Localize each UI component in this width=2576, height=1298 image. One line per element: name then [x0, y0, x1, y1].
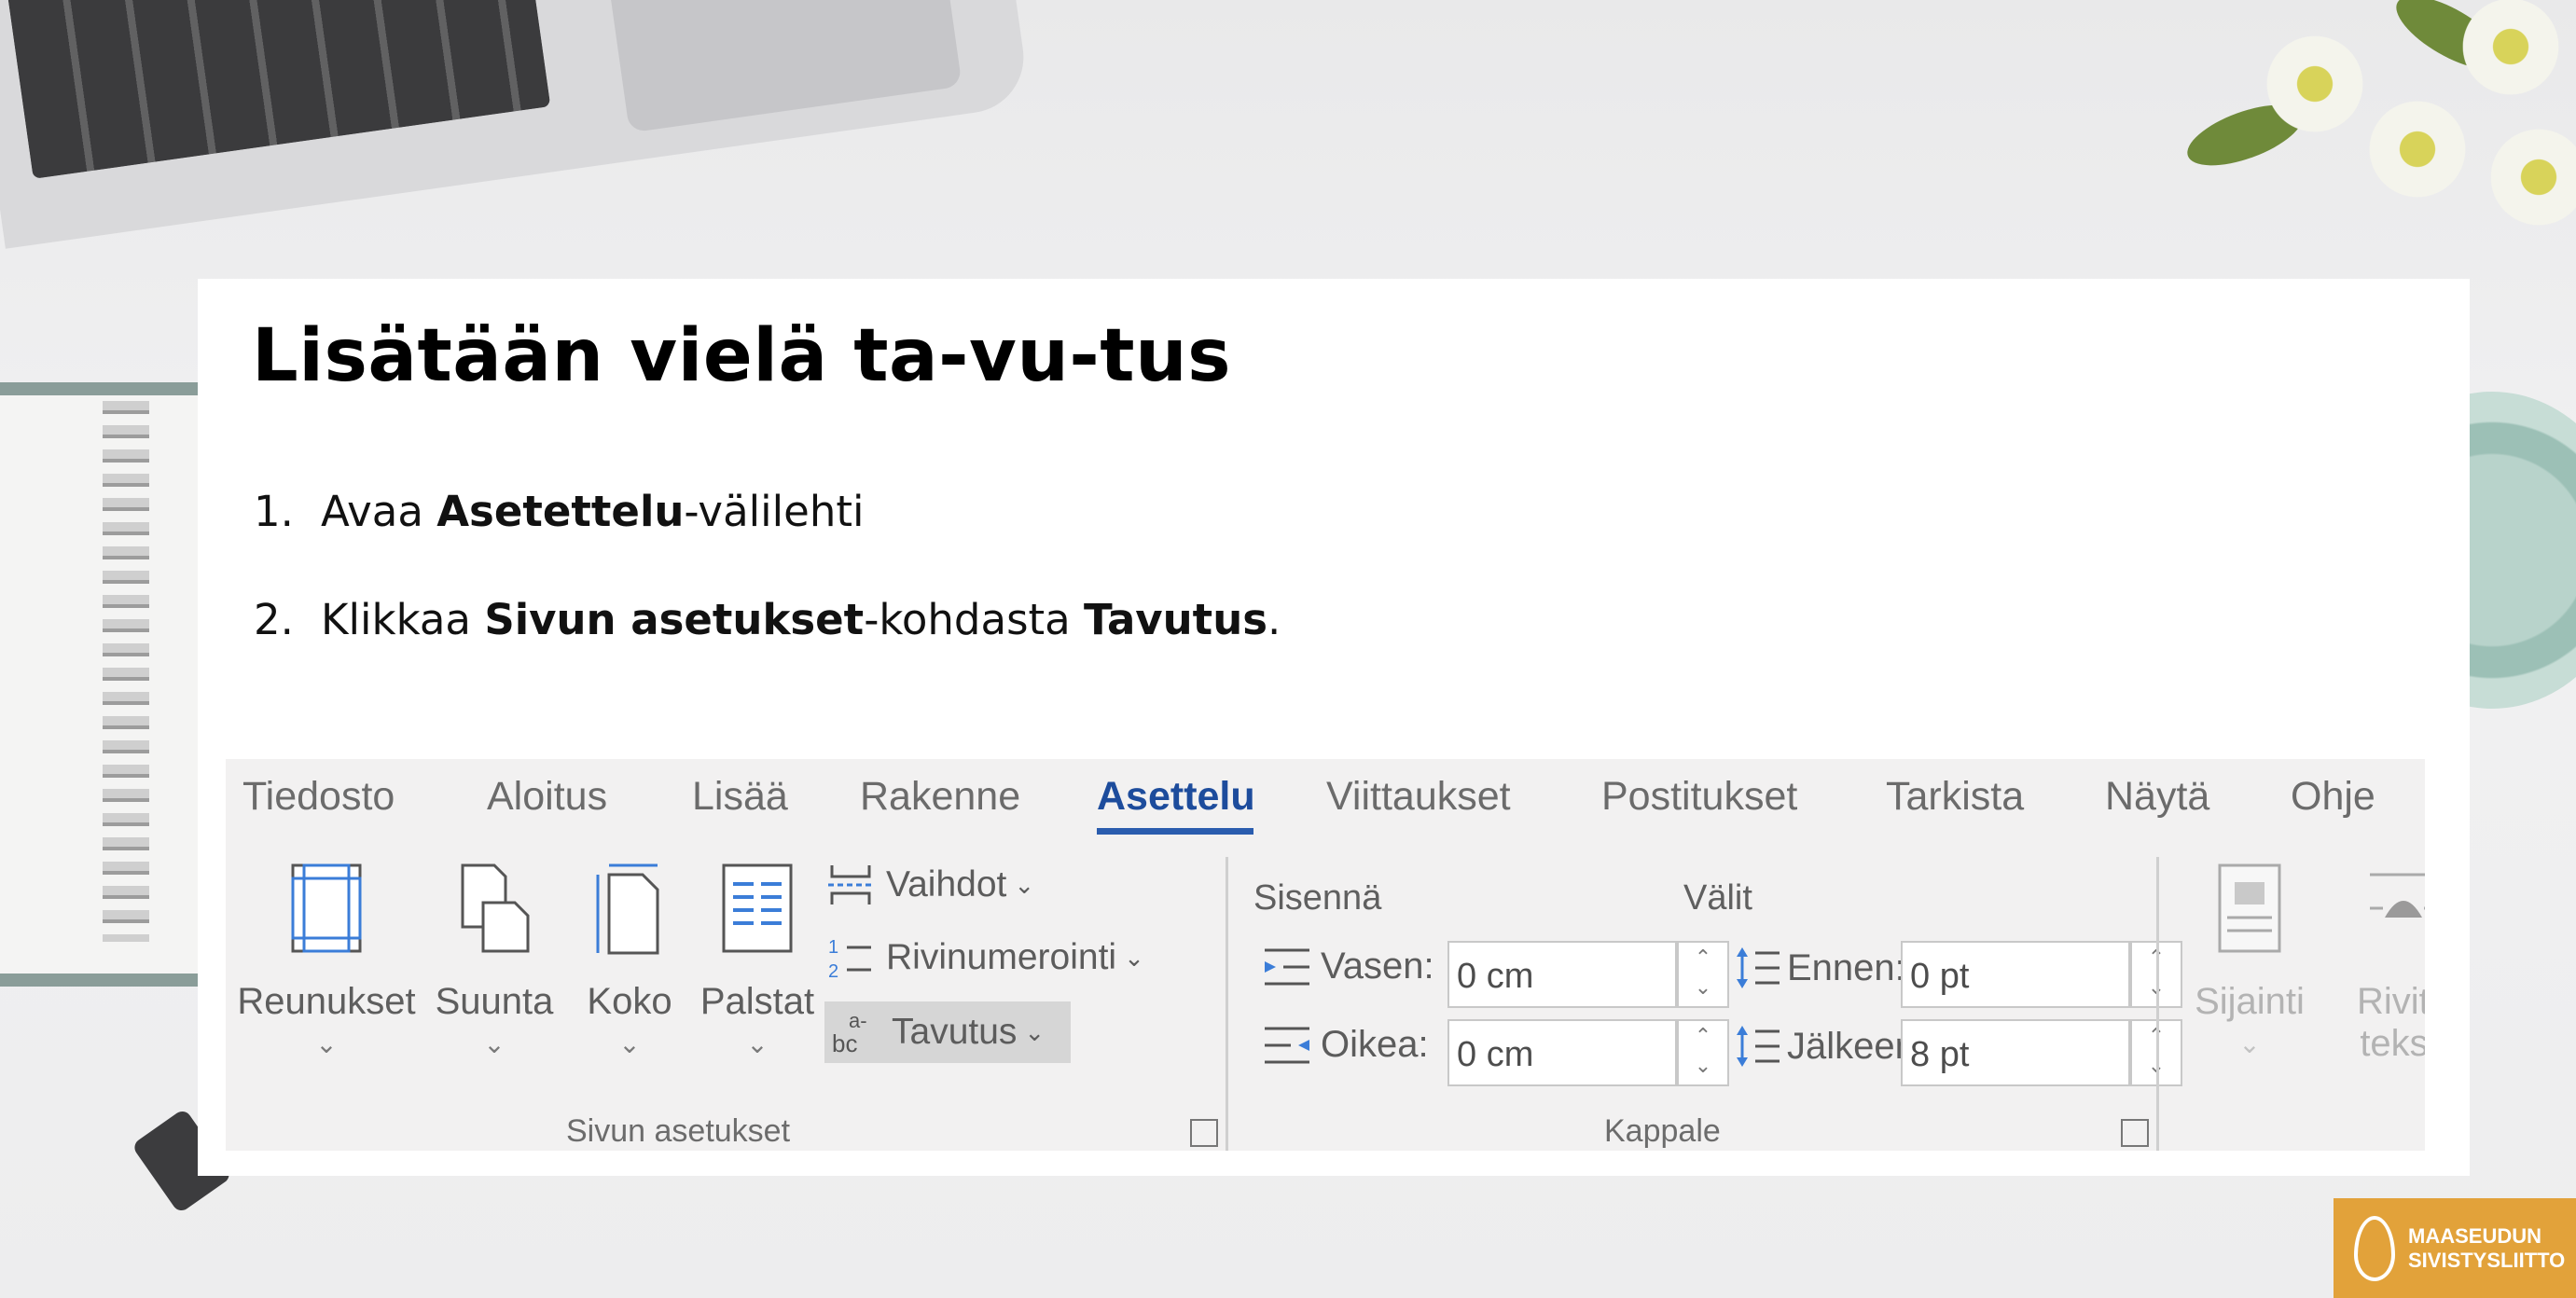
- step-number: 1.: [254, 487, 294, 536]
- group-separator: [2156, 857, 2159, 1151]
- position-label: Sijainti: [2195, 981, 2305, 1022]
- indent-right-label: Oikea:: [1263, 1024, 1429, 1066]
- breaks-icon: [828, 865, 873, 904]
- line-numbers-label: Rivinumerointi: [886, 937, 1117, 977]
- indent-left-stepper[interactable]: ⌃ ⌄: [1677, 941, 1729, 1008]
- chevron-down-icon: ⌄: [1024, 1017, 1046, 1046]
- indent-right-input[interactable]: 0 cm: [1447, 1019, 1677, 1086]
- keyboard-image: [5, 0, 551, 179]
- wrap-text-icon: [2370, 873, 2425, 918]
- margins-label: Reunukset: [237, 981, 416, 1022]
- size-label: Koko: [587, 981, 672, 1022]
- tab-viittaukset[interactable]: Viittaukset: [1326, 774, 1511, 820]
- orientation-button[interactable]: Suunta ⌄: [429, 862, 560, 1059]
- size-button[interactable]: Koko ⌄: [578, 862, 681, 1059]
- chevron-down-icon: ⌄: [315, 1029, 338, 1058]
- notebook-spiral-image: [103, 401, 149, 942]
- slide-title: Lisätään vielä ta-vu-tus: [252, 314, 1232, 398]
- columns-icon: [722, 863, 793, 953]
- active-tab-indicator: [1097, 828, 1253, 835]
- tab-ohje[interactable]: Ohje: [2291, 774, 2375, 820]
- instruction-list: 1. Avaa Asetettelu-välilehti 2. Klikkaa …: [254, 484, 1281, 700]
- spacing-after-icon: [1737, 1026, 1780, 1067]
- tab-tiedosto[interactable]: Tiedosto: [242, 774, 395, 820]
- indent-left-input[interactable]: 0 cm: [1447, 941, 1677, 1008]
- svg-text:bc: bc: [832, 1029, 857, 1056]
- maaseudun-sivistysliitto-logo: MAASEUDUN SIVISTYSLIITTO: [2334, 1198, 2576, 1298]
- instruction-step: 2. Klikkaa Sivun asetukset-kohdasta Tavu…: [254, 592, 1281, 648]
- wrap-text-label-line1: Rivitä: [2356, 981, 2425, 1022]
- step-text: Avaa Asetettelu-välilehti: [321, 487, 865, 536]
- chevron-down-icon: ⌄: [2238, 1029, 2261, 1058]
- indent-right-icon: [1265, 1027, 1309, 1063]
- chevron-down-icon: ⌄: [746, 1029, 769, 1058]
- group-separator: [1226, 857, 1228, 1151]
- indent-left-label: Vasen:: [1263, 946, 1434, 987]
- tab-nayta[interactable]: Näytä: [2105, 774, 2209, 820]
- spacing-before-icon: [1737, 947, 1780, 988]
- chevron-down-icon: ⌄: [1124, 943, 1144, 972]
- flower-image: [2361, 93, 2473, 205]
- orientation-icon: [461, 863, 530, 953]
- word-ribbon-screenshot: Tiedosto Aloitus Lisää Rakenne Asettelu …: [226, 759, 2425, 1151]
- dialog-launcher-icon[interactable]: [2121, 1119, 2149, 1147]
- spacing-before-label: Ennen:: [1733, 946, 1905, 990]
- wrap-text-label-line2: teksti: [2360, 1023, 2425, 1064]
- tab-rakenne[interactable]: Rakenne: [860, 774, 1020, 820]
- tab-lisaa[interactable]: Lisää: [692, 774, 788, 820]
- columns-label: Palstat: [699, 981, 815, 1022]
- line-numbers-button[interactable]: 1 2 Rivinumerointi ⌄: [824, 934, 1144, 981]
- ribbon-tabs: Tiedosto Aloitus Lisää Rakenne Asettelu …: [226, 759, 2425, 835]
- instruction-step: 1. Avaa Asetettelu-välilehti: [254, 484, 1281, 540]
- slide-card: Lisätään vielä ta-vu-tus 1. Avaa Asetett…: [198, 279, 2470, 1176]
- spacing-heading: Välit: [1683, 878, 1752, 918]
- chevron-down-icon: ⌄: [483, 1029, 506, 1058]
- size-icon: [596, 863, 659, 955]
- trackpad-image: [604, 0, 963, 133]
- logo-text: MAASEUDUN SIVISTYSLIITTO: [2408, 1223, 2566, 1272]
- spacing-before-input[interactable]: 0 pt: [1901, 941, 2130, 1008]
- margins-icon: [291, 863, 362, 953]
- margins-button[interactable]: Reunukset ⌄: [233, 862, 420, 1059]
- orientation-label: Suunta: [435, 981, 554, 1022]
- spacing-after-input[interactable]: 8 pt: [1901, 1019, 2130, 1086]
- position-button[interactable]: Sijainti ⌄: [2184, 862, 2315, 1059]
- svg-text:1: 1: [828, 937, 838, 958]
- tab-asettelu[interactable]: Asettelu: [1097, 774, 1255, 820]
- chevron-down-icon: ⌄: [1014, 870, 1035, 899]
- tab-tarkista[interactable]: Tarkista: [1886, 774, 2024, 820]
- tab-postitukset[interactable]: Postitukset: [1601, 774, 1797, 820]
- step-number: 2.: [254, 595, 294, 644]
- step-text: Klikkaa Sivun asetukset-kohdasta Tavutus…: [321, 595, 1281, 644]
- svg-text:2: 2: [828, 961, 838, 981]
- hyphenation-icon: a- bc: [832, 1009, 867, 1056]
- spacing-after-label: Jälkeen:: [1733, 1024, 1926, 1069]
- position-icon: [2218, 863, 2281, 953]
- tab-aloitus[interactable]: Aloitus: [487, 774, 607, 820]
- columns-button[interactable]: Palstat ⌄: [692, 862, 823, 1059]
- leaf-logo-icon: [2354, 1215, 2395, 1281]
- indent-left-icon: [1265, 948, 1309, 985]
- breaks-label: Vaihdot: [886, 864, 1007, 904]
- breaks-button[interactable]: Vaihdot ⌄: [824, 862, 1034, 908]
- indent-heading: Sisennä: [1253, 878, 1382, 918]
- flower-image: [2455, 0, 2567, 103]
- dialog-launcher-icon[interactable]: [1190, 1119, 1218, 1147]
- hyphenation-label: Tavutus: [892, 1012, 1018, 1052]
- wrap-text-button[interactable]: Rivitä teksti: [2343, 862, 2425, 1065]
- paragraph-group-label: Kappale: [1604, 1113, 1721, 1149]
- flowers-image: [2147, 0, 2576, 233]
- hyphenation-button[interactable]: a- bc Tavutus ⌄: [824, 1001, 1072, 1063]
- page-setup-group-label: Sivun asetukset: [566, 1113, 791, 1149]
- chevron-down-icon: ⌄: [618, 1029, 641, 1058]
- flower-image: [2259, 28, 2371, 140]
- indent-right-stepper[interactable]: ⌃ ⌄: [1677, 1019, 1729, 1086]
- line-numbers-icon: 1 2: [828, 937, 871, 981]
